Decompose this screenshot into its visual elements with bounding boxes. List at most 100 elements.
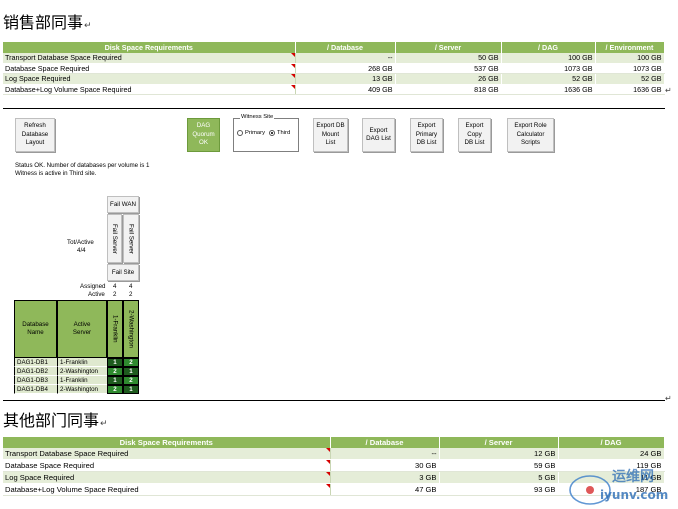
table-row: Log Space Required 13 GB 26 GB 52 GB 52 … [3, 73, 665, 85]
cell-value: 50 GB [395, 52, 502, 64]
cell-value: -- [330, 447, 440, 460]
radio-primary-label: Primary [245, 130, 265, 136]
table-row: Database+Log Volume Space Required 409 G… [3, 84, 665, 95]
cell-value: 409 GB [295, 84, 396, 95]
cell-value: 12 GB [439, 447, 559, 460]
row-label: Transport Database Space Required [3, 447, 331, 460]
paragraph-mark: ↵ [84, 21, 92, 31]
radio-circle-icon [237, 130, 243, 136]
col-header-active-server: Active Server [57, 300, 107, 358]
cell-value: 26 GB [395, 73, 502, 85]
cell-value: 52 GB [595, 73, 665, 85]
refresh-database-layout-button[interactable]: Refresh Database Layout [15, 118, 55, 152]
col-header-server-franklin: 1-Franklin [107, 300, 123, 358]
radio-primary[interactable]: Primary [237, 130, 265, 136]
copy-preference-cell: 1 [107, 376, 123, 385]
col-header-dag: / DAG [501, 42, 596, 53]
active-count-1: 2 [113, 291, 117, 298]
copy-preference-cell: 2 [123, 376, 139, 385]
witness-status-message: Witness is active in Third site. [15, 170, 97, 177]
paragraph-mark: ↵ [100, 419, 108, 429]
col-header-dag: / DAG [558, 437, 665, 448]
watermark-logo: 运维网 iyunv.com [560, 462, 678, 508]
db-name-cell: DAG1-DB3 [14, 376, 57, 385]
disk-space-table-sales: Disk Space Requirements / Database / Ser… [3, 42, 665, 95]
db-name-cell: DAG1-DB2 [14, 367, 57, 376]
watermark-site: iyunv.com [600, 488, 669, 502]
cell-value: 93 GB [439, 483, 559, 496]
cell-value: 59 GB [439, 459, 559, 472]
cell-value: 5 GB [439, 471, 559, 484]
witness-site-group: Witness Site Primary Third [233, 114, 299, 152]
cell-value: 100 GB [595, 52, 665, 64]
radio-third[interactable]: Third [269, 130, 290, 136]
row-label: Database+Log Volume Space Required [3, 84, 296, 95]
cell-value: 52 GB [501, 73, 596, 85]
col-header-requirements: Disk Space Requirements [3, 437, 331, 448]
col-header-server: / Server [395, 42, 502, 53]
witness-site-title: Witness Site [240, 114, 275, 120]
col-header-database: / Database [330, 437, 440, 448]
tot-active-value: 4/4 [77, 247, 86, 254]
copy-preference-cell: 1 [123, 367, 139, 376]
active-server-cell: 1-Franklin [57, 376, 107, 385]
row-label: Database+Log Volume Space Required [3, 483, 331, 496]
col-header-server: / Server [439, 437, 559, 448]
watermark-brand: 运维网 [612, 469, 654, 485]
cell-value: 1073 GB [501, 63, 596, 74]
col-header-requirements: Disk Space Requirements [3, 42, 296, 53]
active-label: Active [88, 291, 105, 298]
copy-preference-cell: 2 [107, 367, 123, 376]
section-heading-other: 其他部门同事↵ [3, 411, 108, 430]
export-role-calculator-scripts-button[interactable]: Export Role Calculator Scripts [507, 118, 554, 152]
cell-value: 537 GB [395, 63, 502, 74]
fail-site-button[interactable]: Fail Site [107, 264, 139, 281]
dag-quorum-status-button[interactable]: DAG Quorum OK [187, 118, 220, 152]
db-name-cell: DAG1-DB4 [14, 385, 57, 394]
paragraph-mark: ↵ [665, 86, 672, 95]
copy-preference-cell: 2 [123, 358, 139, 367]
table-header-row: Disk Space Requirements / Database / Ser… [3, 437, 665, 448]
radio-selected-icon [269, 130, 275, 136]
radio-third-label: Third [277, 130, 291, 136]
row-label: Database Space Required [3, 63, 296, 74]
cell-value: 1073 GB [595, 63, 665, 74]
cell-value: 268 GB [295, 63, 396, 74]
col-header-database: / Database [295, 42, 396, 53]
copy-preference-cell: 1 [107, 358, 123, 367]
paragraph-mark: ↵ [665, 394, 672, 403]
active-server-cell: 2-Washington [57, 385, 107, 394]
cell-value: 47 GB [330, 483, 440, 496]
row-label: Log Space Required [3, 471, 331, 484]
table-row: Database Space Required 268 GB 537 GB 10… [3, 63, 665, 74]
row-label: Transport Database Space Required [3, 52, 296, 64]
fail-server-2-button[interactable]: Fail Server [123, 214, 139, 263]
cell-value: 1636 GB [595, 84, 665, 95]
divider [3, 400, 665, 401]
export-copy-db-list-button[interactable]: Export Copy DB List [458, 118, 491, 152]
row-label: Log Space Required [3, 73, 296, 85]
col-header-database-name: Database Name [14, 300, 57, 358]
cell-value: -- [295, 52, 396, 64]
export-dag-list-button[interactable]: Export DAG List [362, 118, 395, 152]
export-primary-db-list-button[interactable]: Export Primary DB List [410, 118, 443, 152]
active-count-2: 2 [129, 291, 133, 298]
cell-value: 1636 GB [501, 84, 596, 95]
cell-value: 30 GB [330, 459, 440, 472]
table-row: Transport Database Space Required -- 12 … [3, 447, 665, 460]
copy-preference-cell: 1 [123, 385, 139, 394]
copy-preference-cell: 2 [107, 385, 123, 394]
fail-wan-button[interactable]: Fail WAN [107, 196, 139, 213]
col-header-environment: / Environment [595, 42, 665, 53]
table-row: Transport Database Space Required -- 50 … [3, 52, 665, 64]
divider [3, 108, 665, 109]
cell-value: 100 GB [501, 52, 596, 64]
export-db-mount-list-button[interactable]: Export DB Mount List [313, 118, 348, 152]
fail-server-1-button[interactable]: Fail Server [107, 214, 122, 263]
active-server-cell: 1-Franklin [57, 358, 107, 367]
row-label: Database Space Required [3, 459, 331, 472]
db-name-cell: DAG1-DB1 [14, 358, 57, 367]
table-header-row: Disk Space Requirements / Database / Ser… [3, 42, 665, 53]
col-header-server-washington: 2-Washington [123, 300, 139, 358]
cell-value: 24 GB [558, 447, 665, 460]
